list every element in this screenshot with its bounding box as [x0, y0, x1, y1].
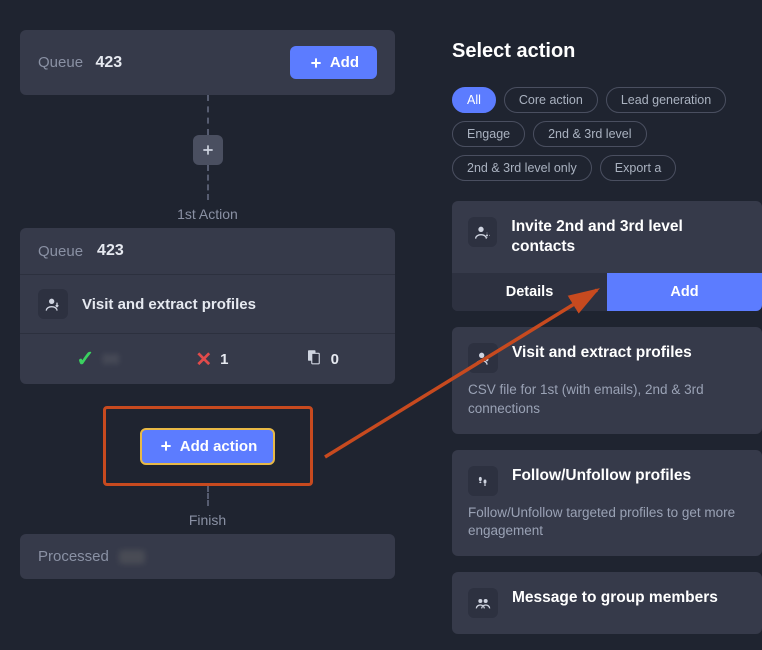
action-item-desc: Follow/Unfollow targeted profiles to get… — [468, 504, 746, 540]
action-item-title: Invite 2nd and 3rd level contacts — [511, 217, 746, 257]
processed-card: Processed — [20, 534, 395, 579]
x-icon: ✕ — [195, 347, 212, 372]
action-item-title: Message to group members — [512, 588, 718, 608]
user-download-icon — [468, 343, 498, 373]
processed-value-hidden — [119, 550, 145, 564]
stat-success: ✓ 00 — [76, 346, 119, 372]
queue-label: Queue — [38, 243, 83, 260]
filter-pill-2nd3rd-only[interactable]: 2nd & 3rd level only — [452, 155, 592, 181]
group-icon — [468, 588, 498, 618]
action-title: Visit and extract profiles — [82, 296, 256, 313]
add-button-label: Add — [330, 54, 359, 71]
filter-pill-core[interactable]: Core action — [504, 87, 598, 113]
queue-card-top: Queue 423 Add — [20, 30, 395, 95]
add-button[interactable]: Add — [607, 273, 762, 311]
action-item-invite: Invite 2nd and 3rd level contacts Detail… — [452, 201, 762, 311]
add-button[interactable]: Add — [290, 46, 377, 79]
action-card: Queue 423 Visit and extract profiles ✓ 0… — [20, 228, 395, 384]
action-item-follow[interactable]: Follow/Unfollow profiles Follow/Unfollow… — [452, 450, 762, 556]
action-item-title: Follow/Unfollow profiles — [512, 466, 691, 486]
filter-pill-export[interactable]: Export a — [600, 155, 677, 181]
action-item-message-group[interactable]: Message to group members — [452, 572, 762, 634]
filter-pills: All Core action Lead generation Engage 2… — [452, 87, 762, 181]
finish-label: Finish — [20, 512, 395, 528]
user-download-icon — [38, 289, 68, 319]
connector — [207, 95, 209, 135]
stat-fail-value: 1 — [220, 351, 228, 368]
queue-count: 423 — [96, 54, 123, 71]
details-button[interactable]: Details — [452, 273, 607, 311]
connector — [207, 486, 209, 506]
filter-pill-2nd3rd[interactable]: 2nd & 3rd level — [533, 121, 646, 147]
filter-pill-all[interactable]: All — [452, 87, 496, 113]
queue-label: Queue — [38, 54, 83, 71]
stat-fail: ✕ 1 — [195, 347, 228, 372]
filter-pill-lead[interactable]: Lead generation — [606, 87, 726, 113]
files-icon — [305, 348, 323, 371]
add-node-button[interactable] — [193, 135, 223, 165]
check-icon: ✓ — [76, 346, 94, 372]
filter-pill-engage[interactable]: Engage — [452, 121, 525, 147]
add-action-label: Add action — [180, 438, 258, 455]
connector — [207, 165, 209, 200]
queue-count: 423 — [97, 242, 124, 260]
plus-icon — [158, 438, 174, 454]
user-plus-icon — [468, 217, 497, 247]
action-item-title: Visit and extract profiles — [512, 343, 692, 363]
first-action-label: 1st Action — [20, 206, 395, 222]
select-action-title: Select action — [452, 40, 762, 63]
add-action-highlight: Add action — [103, 406, 313, 486]
processed-label: Processed — [38, 548, 109, 565]
stat-docs: 0 — [305, 348, 339, 371]
stat-docs-value: 0 — [331, 351, 339, 368]
stat-success-value: 00 — [103, 351, 120, 368]
action-item-visit[interactable]: Visit and extract profiles CSV file for … — [452, 327, 762, 433]
action-item-desc: CSV file for 1st (with emails), 2nd & 3r… — [468, 381, 746, 417]
plus-icon — [308, 55, 324, 71]
plus-icon — [200, 142, 216, 158]
footsteps-icon — [468, 466, 498, 496]
add-action-button[interactable]: Add action — [140, 428, 276, 465]
